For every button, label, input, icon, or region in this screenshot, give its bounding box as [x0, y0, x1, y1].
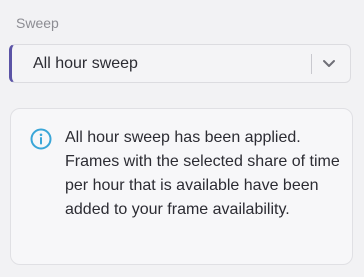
info-icon [30, 128, 52, 150]
sweep-label: Sweep [16, 15, 59, 31]
sweep-select-value: All hour sweep [33, 55, 138, 72]
sweep-panel: Sweep All hour sweep All hour sweep has … [0, 0, 364, 277]
chevron-down-icon[interactable] [321, 57, 337, 71]
info-message-box: All hour sweep has been applied. Frames … [10, 108, 353, 265]
info-message-text: All hour sweep has been applied. Frames … [65, 129, 340, 218]
select-divider [311, 54, 312, 74]
sweep-select[interactable]: All hour sweep [9, 44, 351, 83]
